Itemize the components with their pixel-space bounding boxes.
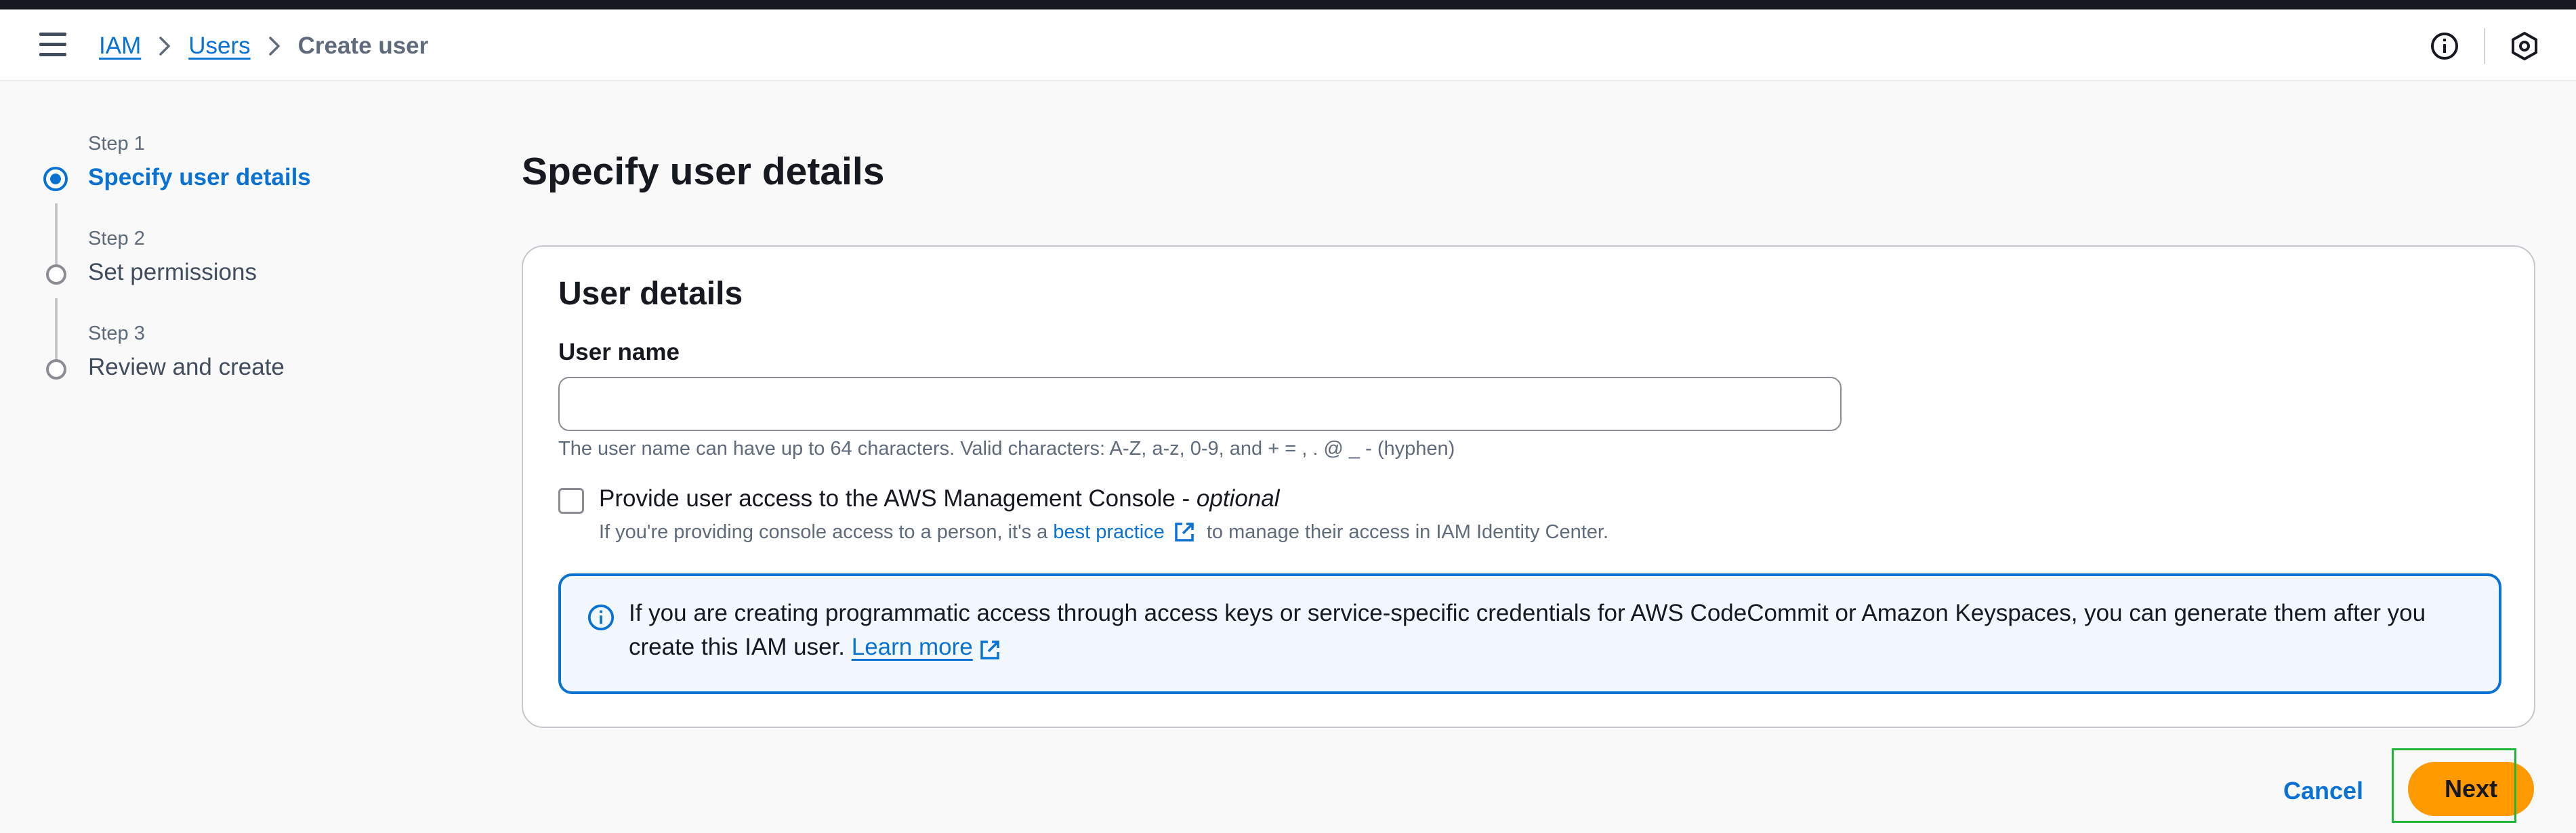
step-active-indicator [43,167,68,191]
console-access-checkbox[interactable] [558,488,584,514]
info-icon [587,603,615,632]
breadcrumb-users[interactable]: Users [188,33,250,60]
info-alert: If you are creating programmatic access … [558,573,2501,694]
step-number: Step 1 [88,133,145,155]
header-divider [2484,28,2485,64]
breadcrumb: IAM Users Create user [99,30,428,62]
step-title: Review and create [88,354,285,380]
menu-icon[interactable] [39,33,66,57]
console-access-label[interactable]: Provide user access to the AWS Managemen… [599,485,1280,512]
console-access-hint: If you're providing console access to a … [599,521,1608,544]
chevron-right-icon [251,36,298,56]
external-link-icon[interactable] [1173,521,1196,544]
external-link-icon[interactable] [978,637,1001,660]
user-details-card: User details User name The user name can… [522,245,2535,728]
step-title: Set permissions [88,259,257,285]
username-label: User name [558,339,680,365]
page-title: Specify user details [522,150,885,193]
breadcrumb-current: Create user [297,33,429,59]
cancel-button[interactable]: Cancel [2283,777,2363,805]
step-title: Specify user details [88,164,311,190]
best-practice-link[interactable]: best practice [1053,521,1164,544]
step-number: Step 2 [88,228,145,249]
step-indicator [46,359,66,380]
breadcrumb-iam[interactable]: IAM [99,33,141,60]
card-title: User details [558,276,743,312]
chevron-right-icon [141,36,188,56]
hint-text: to manage their access in IAM Identity C… [1201,521,1609,543]
top-strip [0,0,2576,9]
settings-hex-icon[interactable] [2510,31,2539,61]
step-indicator [46,264,66,285]
info-alert-text: If you are creating programmatic access … [629,596,2472,664]
console-access-label-text: Provide user access to the AWS Managemen… [599,485,1197,512]
info-icon[interactable] [2430,31,2459,61]
next-button-highlight [2392,748,2516,823]
top-navigation: IAM Users Create user [0,9,2576,81]
username-input[interactable] [558,377,1842,431]
optional-text: optional [1196,485,1280,512]
hint-text: If you're providing console access to a … [599,521,1054,543]
username-hint: The user name can have up to 64 characte… [558,438,1455,460]
step-number: Step 3 [88,323,145,344]
learn-more-link[interactable]: Learn more [852,634,973,660]
